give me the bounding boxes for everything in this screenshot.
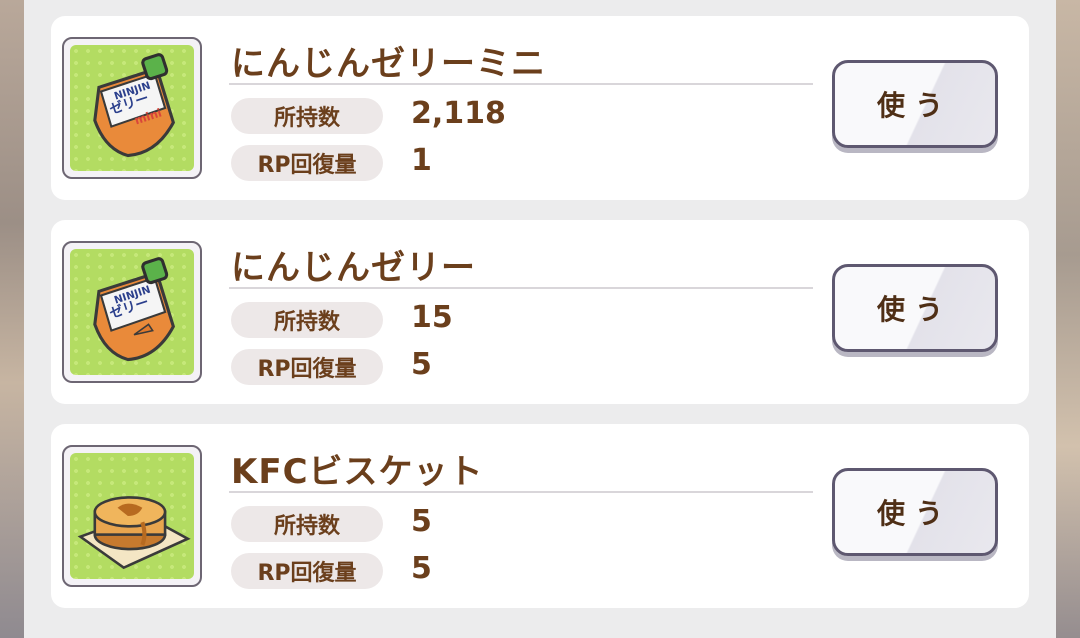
owned-value: 5: [411, 504, 432, 539]
item-card: NINJIN ゼリー にんじんゼリー 所持数 15 RP回復量 5 使う: [51, 220, 1029, 404]
divider: [229, 83, 813, 85]
item-thumbnail: NINJIN ゼリー mini: [62, 37, 202, 179]
background-right-edge: [1056, 0, 1080, 638]
rp-value: 1: [411, 143, 432, 178]
biscuit-icon: [77, 496, 191, 570]
owned-value: 15: [411, 300, 453, 335]
item-name: にんじんゼリー: [231, 248, 476, 288]
item-name: KFCビスケット: [231, 452, 484, 492]
item-card: KFCビスケット 所持数 5 RP回復量 5 使う: [51, 424, 1029, 608]
rp-label: RP回復量: [231, 553, 383, 589]
owned-label: 所持数: [231, 98, 383, 134]
carrot-jelly-icon: NINJIN ゼリー: [93, 257, 176, 362]
background-left-edge: [0, 0, 24, 638]
use-button[interactable]: 使う: [832, 468, 998, 556]
rp-label: RP回復量: [231, 349, 383, 385]
item-thumbnail: [62, 445, 202, 587]
rp-value: 5: [411, 551, 432, 586]
item-name: にんじんゼリーミニ: [231, 44, 546, 84]
owned-label: 所持数: [231, 302, 383, 338]
owned-label: 所持数: [231, 506, 383, 542]
owned-value: 2,118: [411, 96, 506, 131]
use-button[interactable]: 使う: [832, 264, 998, 352]
divider: [229, 287, 813, 289]
item-list: NINJIN ゼリー mini にんじんゼリーミニ 所持数 2,118 RP回復…: [51, 16, 1029, 628]
item-list-panel: NINJIN ゼリー mini にんじんゼリーミニ 所持数 2,118 RP回復…: [24, 0, 1056, 638]
carrot-jelly-mini-icon: NINJIN ゼリー mini: [93, 53, 176, 158]
rp-label: RP回復量: [231, 145, 383, 181]
item-card: NINJIN ゼリー mini にんじんゼリーミニ 所持数 2,118 RP回復…: [51, 16, 1029, 200]
use-button[interactable]: 使う: [832, 60, 998, 148]
divider: [229, 491, 813, 493]
item-thumbnail: NINJIN ゼリー: [62, 241, 202, 383]
rp-value: 5: [411, 347, 432, 382]
